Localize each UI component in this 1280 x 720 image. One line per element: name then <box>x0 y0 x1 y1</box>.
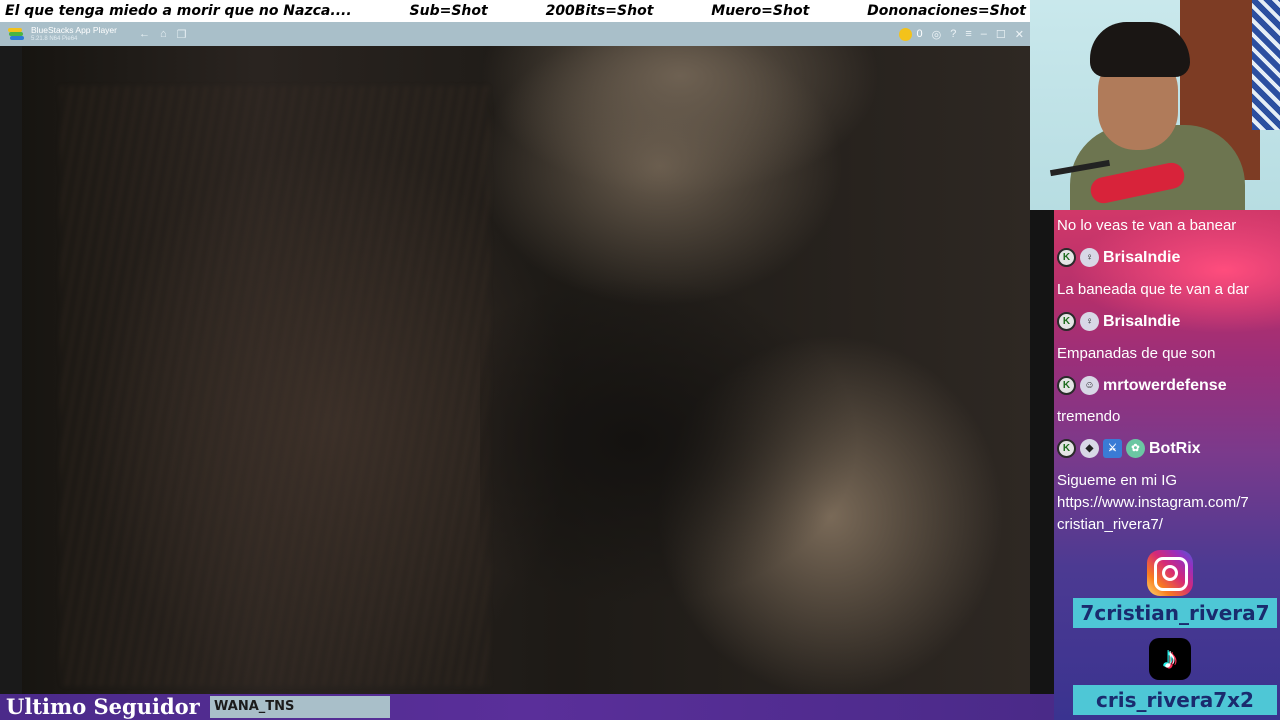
coin-count: 0 <box>916 28 923 40</box>
user-avatar-icon: ☺ <box>1080 376 1099 395</box>
kick-badge-icon: K <box>1057 312 1076 331</box>
bot-badge-icon: ◆ <box>1080 439 1099 458</box>
chat-message-link[interactable]: https://www.instagram.com/7 <box>1057 492 1249 514</box>
chat-divider <box>1030 210 1054 694</box>
app-title: BlueStacks App Player <box>31 25 117 36</box>
close-icon[interactable]: ✕ <box>1015 28 1024 41</box>
chat-panel: No lo veas te van a banear K ♀ BrisaIndi… <box>1054 210 1280 720</box>
help-icon[interactable]: ? <box>950 28 956 40</box>
video-left-border <box>0 46 22 694</box>
emulator-video[interactable] <box>0 46 1030 694</box>
chat-message: La baneada que te van a dar <box>1057 281 1249 298</box>
tiktok-icon: ♪ <box>1149 638 1191 680</box>
last-follower-label: Ultimo Seguidor <box>6 694 200 719</box>
app-title-block: BlueStacks App Player 5.21.8 N64 Pie64 <box>31 26 117 42</box>
webcam-streamer-hair <box>1090 22 1190 77</box>
ticker-item-death: Muero=Shot <box>711 3 810 19</box>
multi-window-icon[interactable]: ❐ <box>177 28 187 41</box>
video-face-region <box>480 46 880 196</box>
chat-username[interactable]: BrisaIndie <box>1103 249 1180 267</box>
chat-username[interactable]: mrtowerdefense <box>1103 377 1227 395</box>
webcam-wall-hanging <box>1252 0 1280 130</box>
chat-message: No lo veas te van a banear <box>1057 217 1237 234</box>
home-icon[interactable]: ⌂ <box>160 28 167 41</box>
app-titlebar[interactable]: BlueStacks App Player 5.21.8 N64 Pie64 ←… <box>0 22 1030 46</box>
chat-username[interactable]: BrisaIndie <box>1103 313 1180 331</box>
chat-username-row: K ☺ mrtowerdefense <box>1057 376 1227 395</box>
chat-message: Empanadas de que son <box>1057 345 1216 362</box>
instagram-handle: 7cristian_rivera7 <box>1073 598 1277 628</box>
ticker-item-donations: Dononaciones=Shot <box>867 3 1026 19</box>
last-follower-name: WANA_TNS <box>210 696 390 718</box>
bottom-bar: Ultimo Seguidor WANA_TNS <box>0 694 1054 720</box>
menu-icon[interactable]: ≡ <box>965 28 971 40</box>
chat-username-row: K ♀ BrisaIndie <box>1057 248 1180 267</box>
chat-username[interactable]: BotRix <box>1149 440 1201 458</box>
maximize-icon[interactable]: ☐ <box>996 28 1006 41</box>
kick-badge-icon: K <box>1057 376 1076 395</box>
bluestacks-logo-icon <box>8 28 24 40</box>
kick-badge-icon: K <box>1057 248 1076 267</box>
avatar-icon: ♀ <box>1080 248 1099 267</box>
account-icon[interactable]: ◎ <box>932 28 942 41</box>
gear-badge-icon: ✿ <box>1126 439 1145 458</box>
webcam-feed <box>1030 0 1280 210</box>
ticker-item-motto: El que tenga miedo a morir que no Nazca.… <box>5 3 352 19</box>
chat-message: tremendo <box>1057 408 1121 425</box>
back-icon[interactable]: ← <box>139 28 150 41</box>
app-version: 5.21.8 N64 Pie64 <box>31 35 78 42</box>
window-controls: 0 ◎ ? ≡ – ☐ ✕ <box>898 27 1024 41</box>
tiktok-handle: cris_rivera7x2 <box>1073 685 1277 715</box>
chat-message-link[interactable]: cristian_rivera7/ <box>1057 514 1163 536</box>
top-ticker: El que tenga miedo a morir que no Nazca.… <box>0 0 1030 22</box>
ticker-item-bits: 200Bits=Shot <box>545 3 654 19</box>
nav-icons: ← ⌂ ❐ <box>139 28 187 41</box>
chat-username-row: K ◆ ⚔ ✿ BotRix <box>1057 439 1201 458</box>
chat-message: Sigueme en mi IG <box>1057 472 1178 489</box>
ticker-item-sub: Sub=Shot <box>409 3 488 19</box>
video-hair-region <box>60 86 490 686</box>
avatar-icon: ♀ <box>1080 312 1099 331</box>
minimize-icon[interactable]: – <box>981 28 987 40</box>
instagram-icon <box>1147 550 1193 596</box>
coin-icon[interactable] <box>898 27 912 41</box>
kick-badge-icon: K <box>1057 439 1076 458</box>
sword-badge-icon: ⚔ <box>1103 439 1122 458</box>
video-shadow-region <box>480 276 860 606</box>
chat-username-row: K ♀ BrisaIndie <box>1057 312 1180 331</box>
